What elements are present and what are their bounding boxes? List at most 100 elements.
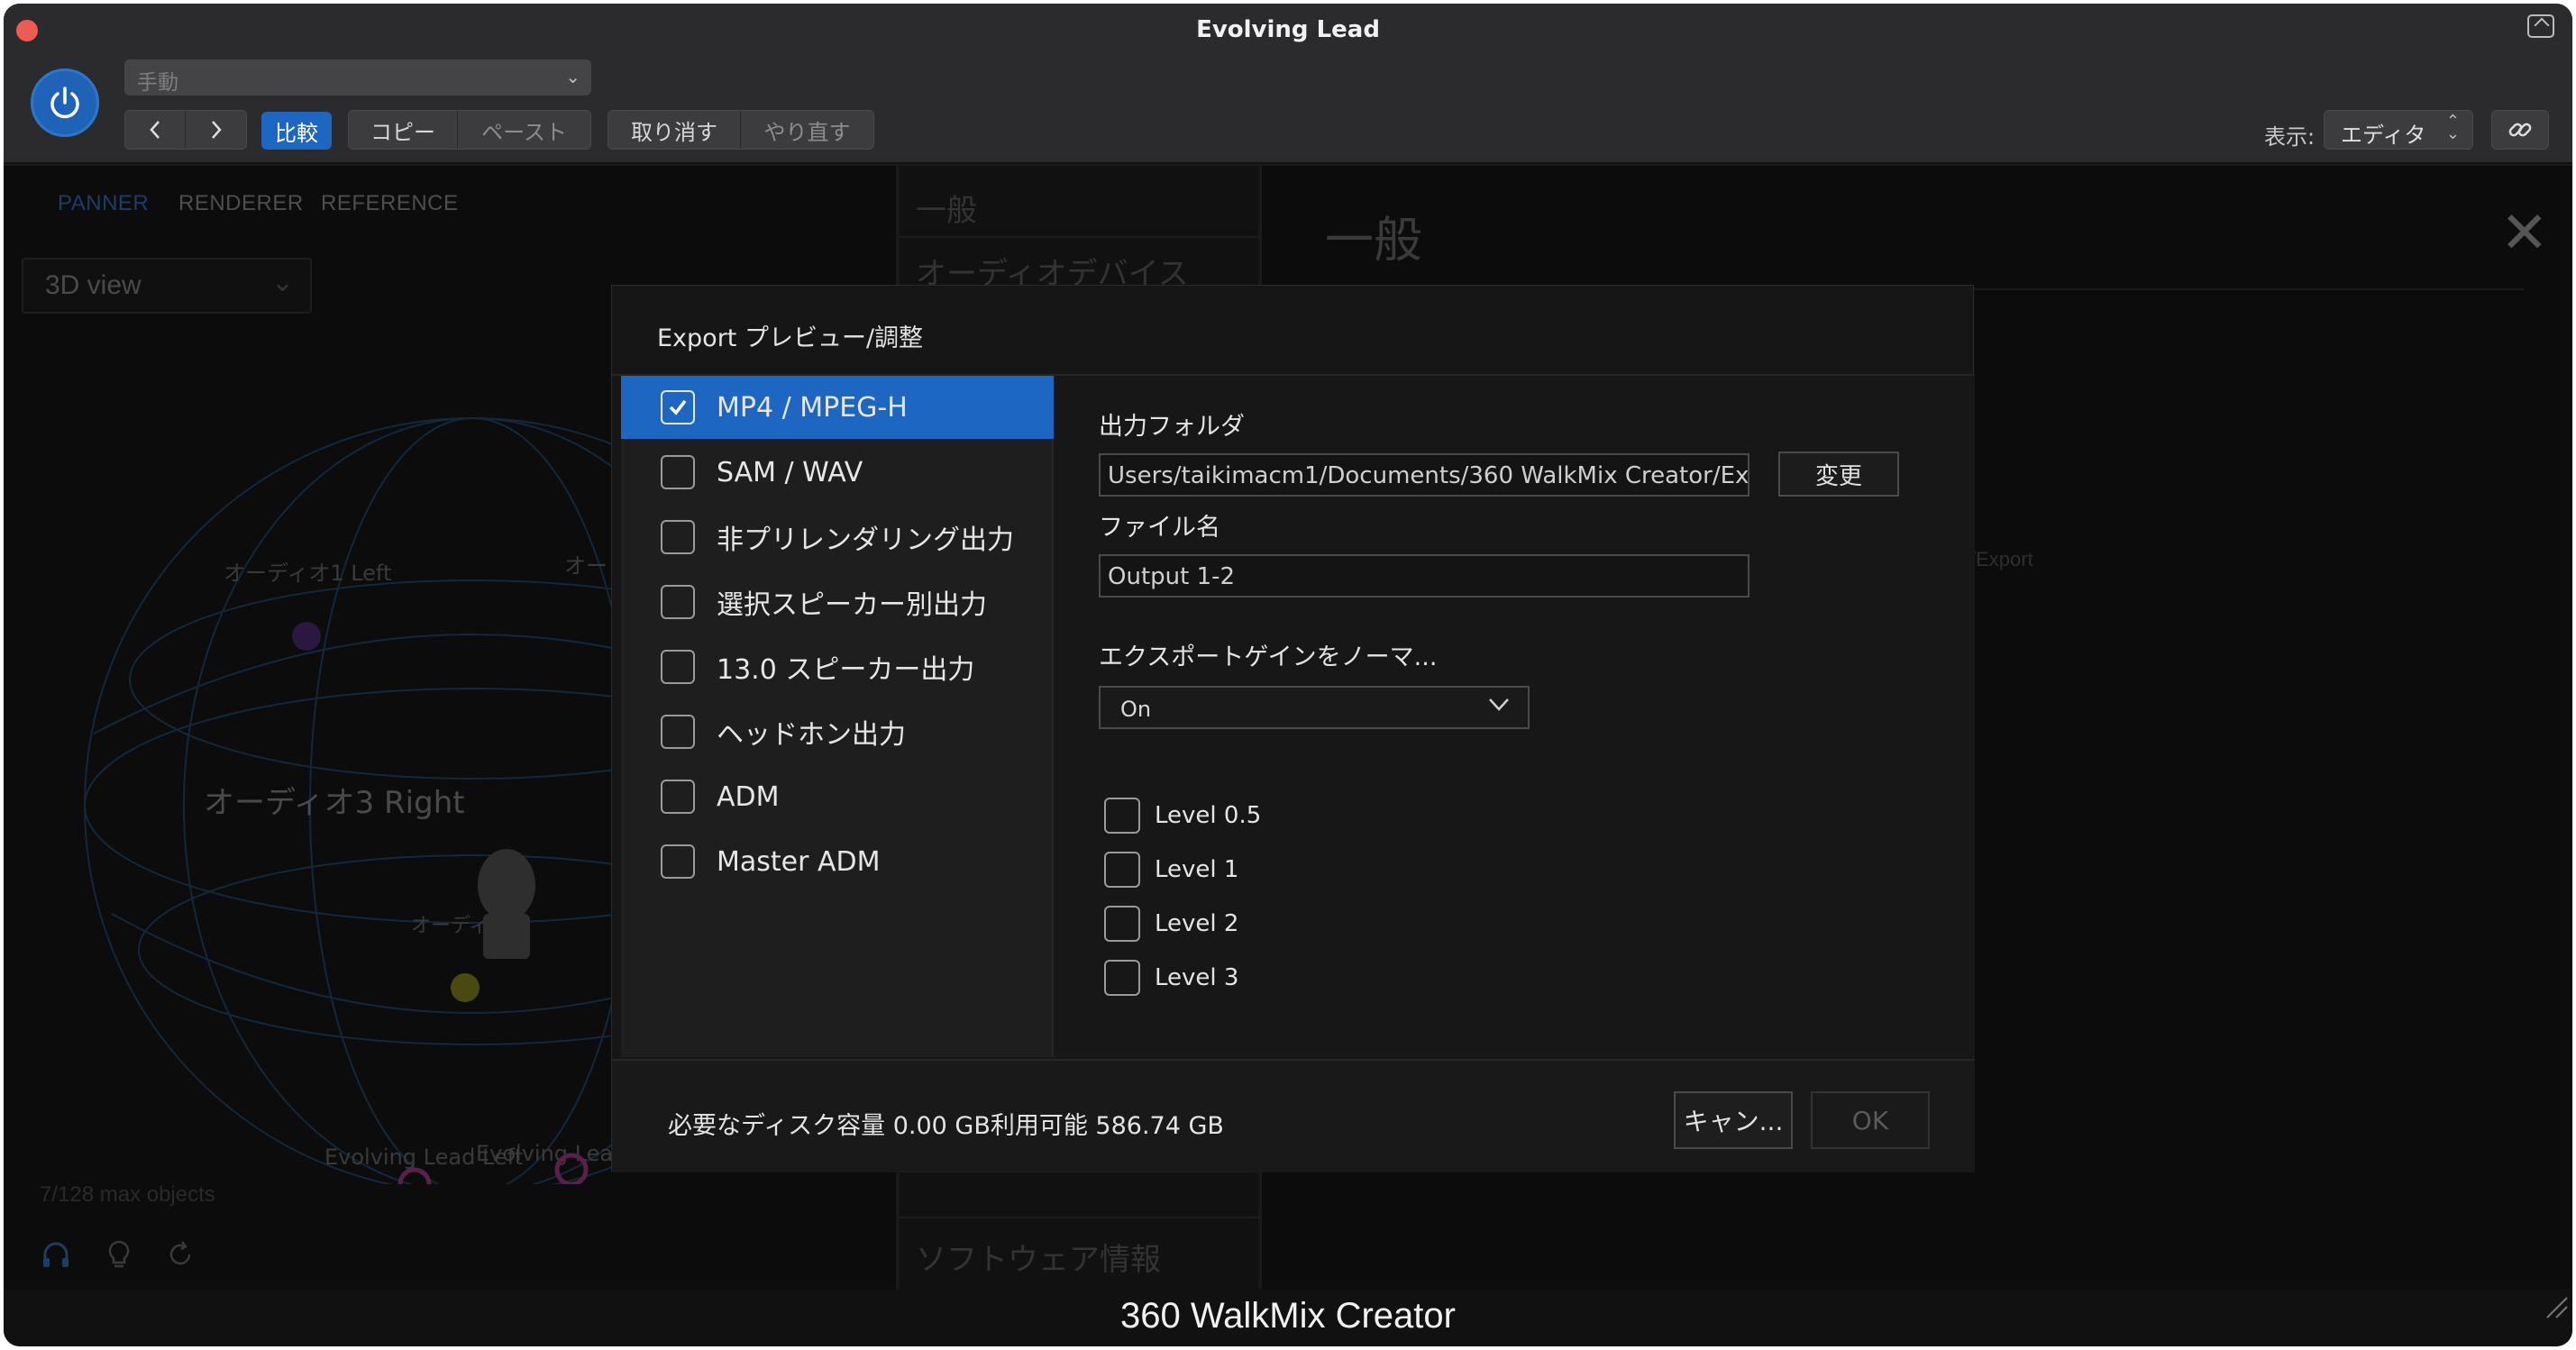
format-checkbox[interactable]	[661, 780, 695, 814]
history-group: 取り消す やり直す	[607, 110, 874, 150]
previous-button[interactable]	[125, 111, 186, 149]
object-label: オーディオ3 Right	[204, 785, 465, 821]
object-label: Evolving Leac	[476, 1141, 625, 1166]
normalize-label: エクスポートゲインをノーマ...	[1099, 643, 1438, 671]
format-checkbox[interactable]	[661, 520, 695, 554]
output-folder-field[interactable]: Users/taikimacm1/Documents/360 WalkMix C…	[1099, 453, 1749, 497]
audio-object[interactable]	[292, 622, 321, 651]
format-checkbox[interactable]	[661, 650, 695, 684]
next-button[interactable]	[186, 111, 246, 149]
view-mode-value: 3D view	[45, 270, 142, 300]
checkmark-icon	[669, 399, 687, 415]
undo-button[interactable]: 取り消す	[608, 111, 741, 149]
format-item-mp4-mpeg-h[interactable]: MP4 / MPEG-H	[621, 376, 1054, 439]
disk-space-info: 必要なディスク容量 0.00 GB利用可能 586.74 GB	[668, 1112, 1224, 1140]
resize-grip-icon[interactable]	[2542, 1292, 2569, 1319]
cancel-button[interactable]: キャン...	[1674, 1091, 1793, 1149]
format-checkbox[interactable]	[661, 715, 695, 749]
level-checkbox[interactable]	[1104, 798, 1140, 834]
format-item-selected-speakers[interactable]: 選択スピーカー別出力	[621, 570, 1054, 634]
object-label: オーディ	[411, 915, 489, 937]
dialog-title: Export プレビュー/調整	[657, 324, 924, 352]
filename-field[interactable]: Output 1-2	[1099, 554, 1749, 597]
level-1-option[interactable]: Level 1	[1104, 852, 1238, 888]
nav-group	[124, 110, 247, 150]
clipboard-group: コピー ペースト	[348, 110, 591, 150]
chevron-left-icon	[150, 121, 160, 139]
audio-object[interactable]	[451, 973, 480, 1002]
change-folder-button[interactable]: 変更	[1778, 452, 1899, 497]
format-checkbox[interactable]	[661, 585, 695, 619]
link-button[interactable]	[2491, 110, 2549, 150]
objects-count: 7/128 max objects	[40, 1182, 215, 1207]
level-label: Level 3	[1155, 964, 1239, 991]
format-label: Master ADM	[717, 845, 881, 878]
object-label: オーディオ1 Left	[224, 561, 391, 586]
level-0-5-option[interactable]: Level 0.5	[1104, 798, 1261, 834]
format-label: SAM / WAV	[717, 456, 863, 488]
level-label: Level 0.5	[1155, 802, 1262, 829]
object-label: オー	[564, 553, 607, 579]
export-path-text: /Export	[1970, 548, 2033, 570]
fullscreen-icon[interactable]	[2527, 14, 2554, 38]
format-checkbox[interactable]	[661, 390, 695, 424]
tab-reference[interactable]: REFERENCE	[321, 191, 459, 216]
copy-button[interactable]: コピー	[349, 111, 459, 149]
format-list: MP4 / MPEG-H SAM / WAV 非プリレンダリング出力 選択スピー…	[621, 376, 1054, 1057]
format-checkbox[interactable]	[661, 455, 695, 489]
level-label: Level 1	[1155, 856, 1239, 883]
format-label: 選択スピーカー別出力	[717, 589, 987, 621]
output-folder-label: 出力フォルダ	[1099, 413, 1245, 441]
format-label: ADM	[717, 780, 780, 813]
headphones-icon[interactable]	[40, 1238, 72, 1271]
tab-panner[interactable]: PANNER	[58, 191, 149, 216]
level-2-option[interactable]: Level 2	[1104, 906, 1238, 942]
chevron-down-icon	[1489, 698, 1509, 711]
toolbar: Evolving Lead 手動 ⌄ 比較 コピー ペースト 取り消す やり直す…	[4, 4, 2572, 164]
bottom-bar: 360 WalkMix Creator	[4, 1289, 2572, 1346]
preset-select[interactable]: 手動 ⌄	[124, 59, 591, 96]
level-3-option[interactable]: Level 3	[1104, 960, 1238, 996]
tab-renderer[interactable]: RENDERER	[178, 191, 304, 216]
format-item-adm[interactable]: ADM	[621, 765, 1054, 828]
settings-nav-software-info[interactable]: ソフトウェア情報	[916, 1235, 1161, 1279]
settings-nav-general[interactable]: 一般	[916, 186, 977, 230]
power-icon	[50, 87, 79, 119]
link-icon	[2508, 123, 2532, 137]
compare-button[interactable]: 比較	[261, 112, 332, 150]
close-icon[interactable]: ✕	[2500, 200, 2549, 267]
reset-icon[interactable]	[164, 1238, 196, 1271]
format-item-sam-wav[interactable]: SAM / WAV	[621, 441, 1054, 504]
preset-value: 手動	[137, 71, 178, 95]
format-item-non-prerendered[interactable]: 非プリレンダリング出力	[621, 506, 1054, 569]
window-title: Evolving Lead	[1196, 16, 1380, 43]
normalize-select[interactable]: On	[1099, 686, 1530, 729]
format-label: 非プリレンダリング出力	[717, 524, 1014, 556]
export-options: 出力フォルダ Users/taikimacm1/Documents/360 Wa…	[1054, 376, 1975, 1057]
level-checkbox[interactable]	[1104, 906, 1140, 942]
format-label: 13.0 スピーカー出力	[717, 654, 975, 686]
format-item-headphones[interactable]: ヘッドホン出力	[621, 700, 1054, 763]
format-label: ヘッドホン出力	[717, 719, 906, 751]
format-item-13-0-speakers[interactable]: 13.0 スピーカー出力	[621, 635, 1054, 698]
view-label: 表示:	[2264, 124, 2316, 150]
power-button[interactable]	[31, 68, 99, 137]
normalize-value: On	[1120, 697, 1152, 722]
level-checkbox[interactable]	[1104, 960, 1140, 996]
level-checkbox[interactable]	[1104, 852, 1140, 888]
view-value: エディタ	[2341, 123, 2426, 148]
format-checkbox[interactable]	[661, 844, 695, 879]
app-name: 360 WalkMix Creator	[1120, 1296, 1456, 1336]
lightbulb-icon[interactable]	[103, 1238, 135, 1271]
chevron-right-icon	[211, 121, 222, 139]
redo-button[interactable]: やり直す	[741, 111, 873, 149]
view-select[interactable]: エディタ ⌃ ⌄	[2324, 110, 2473, 150]
export-dialog: Export プレビュー/調整 MP4 / MPEG-H SAM / WAV 非…	[611, 285, 1975, 1172]
format-item-master-adm[interactable]: Master ADM	[621, 830, 1054, 893]
chevron-down-icon: ⌄	[270, 268, 294, 297]
paste-button[interactable]: ペースト	[458, 111, 590, 149]
ok-button[interactable]: OK	[1811, 1091, 1930, 1149]
settings-section-title: 一般	[1325, 212, 1422, 269]
listener-head-icon	[478, 849, 535, 959]
updown-icon: ⌃ ⌄	[2445, 112, 2460, 143]
